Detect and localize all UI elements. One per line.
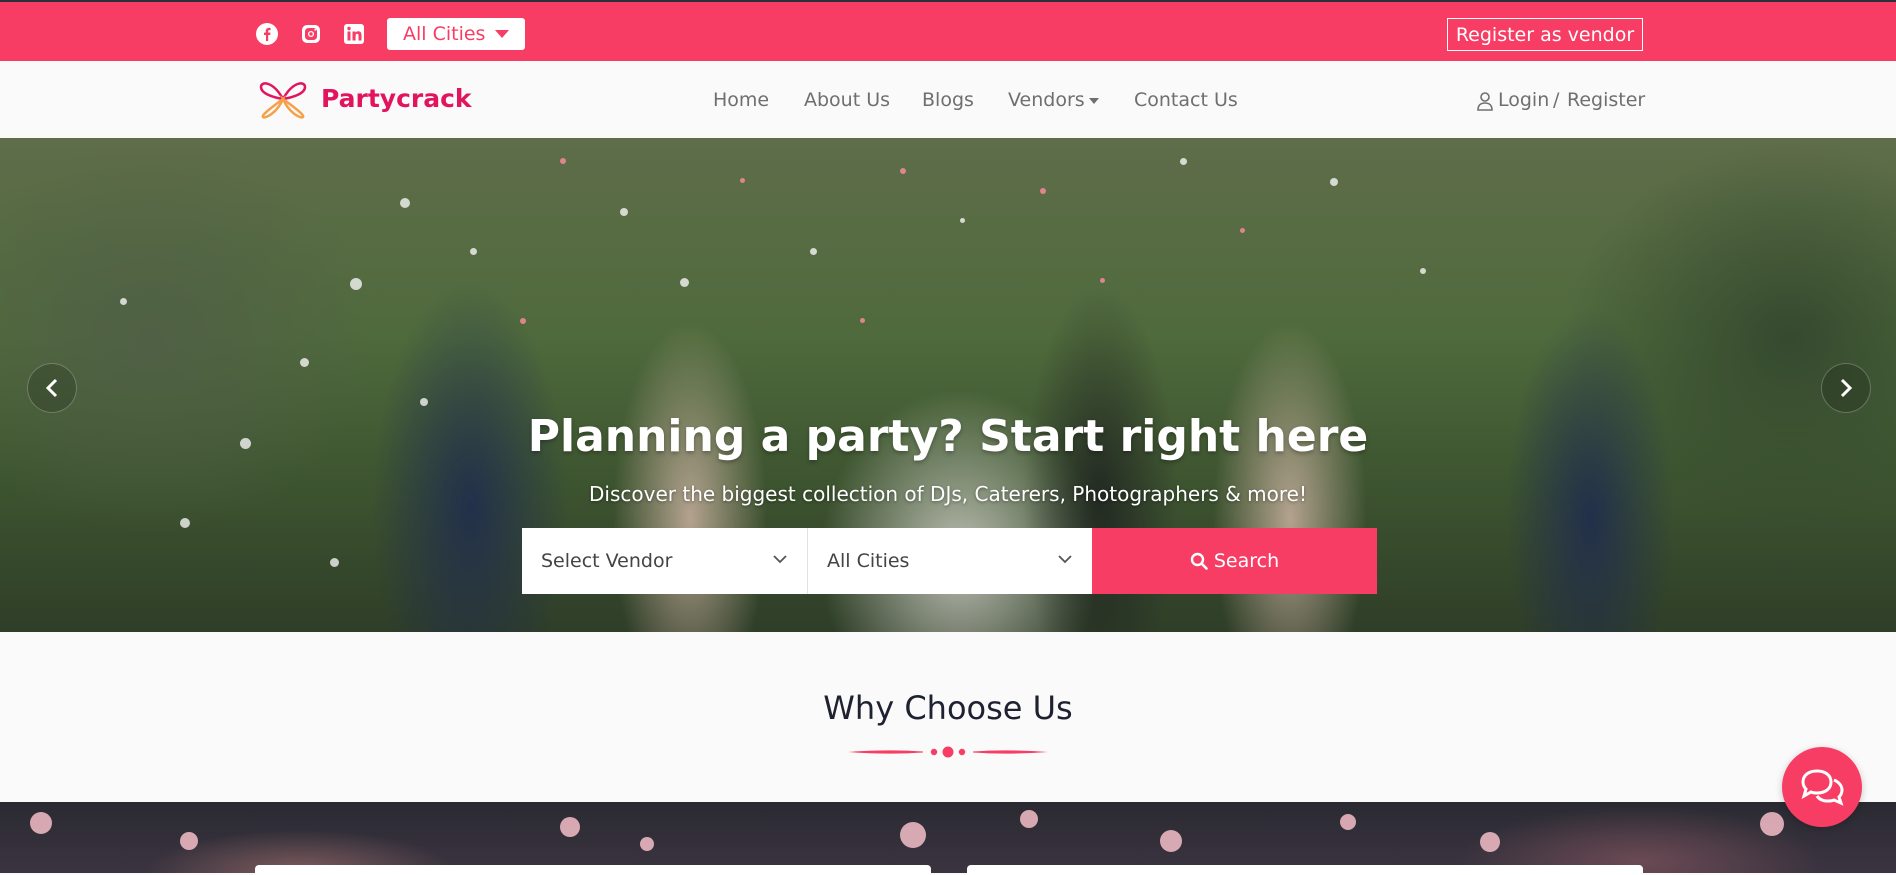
feature-card — [967, 865, 1643, 875]
chevron-down-icon — [1058, 555, 1072, 564]
nav-blogs[interactable]: Blogs — [922, 89, 974, 111]
vendor-select[interactable]: Select Vendor — [522, 528, 807, 594]
nav-about-us[interactable]: About Us — [804, 89, 890, 111]
brand-name[interactable]: Partycrack — [321, 84, 472, 113]
carousel-next-button[interactable] — [1821, 363, 1871, 413]
login-register-separator: / — [1553, 89, 1560, 111]
nav-home[interactable]: Home — [713, 89, 769, 111]
chevron-down-icon — [773, 555, 787, 564]
nav-contact-us[interactable]: Contact Us — [1134, 89, 1238, 111]
hero-subtitle: Discover the biggest collection of DJs, … — [589, 482, 1307, 506]
register-vendor-button[interactable]: Register as vendor — [1447, 18, 1643, 51]
nav-vendors-label: Vendors — [1008, 89, 1085, 111]
chevron-left-icon — [45, 378, 58, 398]
instagram-icon[interactable] — [299, 22, 323, 46]
caret-down-icon — [495, 30, 509, 38]
title-divider — [848, 746, 1048, 758]
city-select-label: All Cities — [827, 550, 910, 572]
hero-title: Planning a party? Start right here — [527, 411, 1369, 462]
facebook-icon[interactable] — [255, 22, 279, 46]
register-link[interactable]: Register — [1567, 89, 1645, 111]
vendor-select-label: Select Vendor — [541, 550, 673, 572]
chat-bubbles-icon — [1801, 769, 1844, 806]
nav-vendors[interactable]: Vendors — [1008, 89, 1099, 111]
feature-card — [255, 865, 931, 875]
search-icon — [1190, 552, 1208, 570]
linkedin-icon[interactable] — [342, 22, 366, 46]
city-select[interactable]: All Cities — [807, 528, 1092, 594]
search-button[interactable]: Search — [1092, 528, 1377, 594]
section-title-why-choose-us: Why Choose Us — [823, 689, 1073, 727]
top-bar: All Cities Register as vendor — [0, 0, 1896, 61]
hero-carousel: Planning a party? Start right here Disco… — [0, 138, 1896, 632]
carousel-prev-button[interactable] — [27, 363, 77, 413]
search-button-label: Search — [1213, 550, 1280, 572]
partycrack-logo-icon[interactable] — [255, 77, 311, 121]
login-link[interactable]: Login — [1498, 89, 1549, 111]
city-dropdown[interactable]: All Cities — [387, 18, 525, 50]
user-icon — [1477, 92, 1493, 111]
chat-button[interactable] — [1782, 747, 1862, 827]
caret-down-icon — [1088, 97, 1099, 104]
features-background-band — [0, 802, 1896, 873]
main-navbar: Partycrack Home About Us Blogs Vendors C… — [0, 61, 1896, 138]
city-dropdown-label: All Cities — [403, 23, 486, 45]
chevron-right-icon — [1840, 378, 1853, 398]
